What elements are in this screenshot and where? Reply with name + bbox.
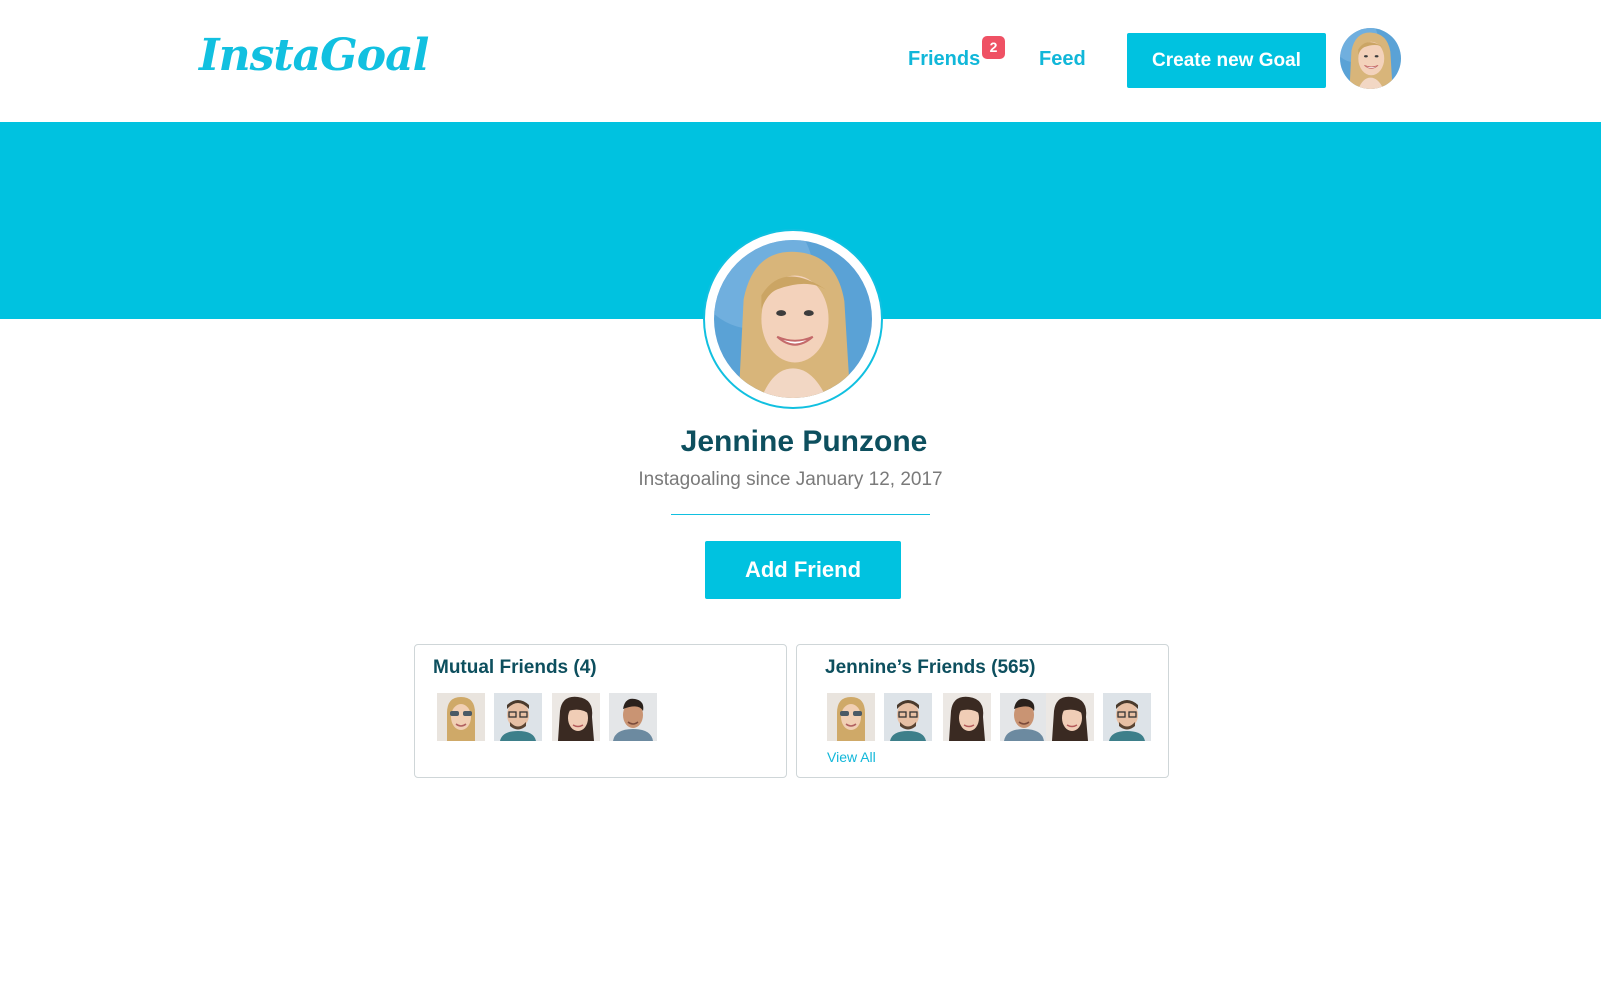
top-navigation-bar: InstaGoal Friends 2 Feed Create new Goal bbox=[0, 0, 1601, 122]
friend-avatar[interactable] bbox=[494, 693, 542, 741]
friend-avatar[interactable] bbox=[1103, 693, 1151, 741]
friend-avatar[interactable] bbox=[884, 693, 932, 741]
profile-member-since: Instagoaling since January 12, 2017 bbox=[638, 469, 943, 490]
profile-photo bbox=[714, 240, 872, 398]
user-avatar[interactable] bbox=[1340, 28, 1401, 89]
user-avatar-image bbox=[1340, 28, 1401, 89]
profile-name: Jennine Punzone bbox=[680, 425, 928, 458]
friend-avatar[interactable] bbox=[827, 693, 875, 741]
jennine-friends-title: Jennine’s Friends (565) bbox=[825, 657, 1036, 678]
nav-friends-link[interactable]: Friends bbox=[908, 48, 980, 71]
friend-avatar[interactable] bbox=[943, 693, 991, 741]
mutual-friends-title: Mutual Friends (4) bbox=[433, 657, 597, 678]
create-new-goal-button[interactable]: Create new Goal bbox=[1127, 33, 1326, 88]
add-friend-button[interactable]: Add Friend bbox=[705, 541, 901, 599]
friend-avatar[interactable] bbox=[1046, 693, 1094, 741]
nav-feed-link[interactable]: Feed bbox=[1039, 48, 1086, 71]
instagoal-logo[interactable]: InstaGoal bbox=[199, 30, 429, 81]
friend-avatar[interactable] bbox=[609, 693, 657, 741]
friend-avatar[interactable] bbox=[437, 693, 485, 741]
view-all-friends-link[interactable]: View All bbox=[827, 749, 876, 765]
friend-avatar[interactable] bbox=[552, 693, 600, 741]
friend-avatar[interactable] bbox=[1000, 693, 1048, 741]
friends-notification-badge: 2 bbox=[982, 36, 1005, 59]
mutual-friends-card: Mutual Friends (4) bbox=[414, 644, 787, 778]
jennine-friends-card: Jennine’s Friends (565) View All bbox=[796, 644, 1169, 778]
profile-divider bbox=[671, 514, 930, 515]
